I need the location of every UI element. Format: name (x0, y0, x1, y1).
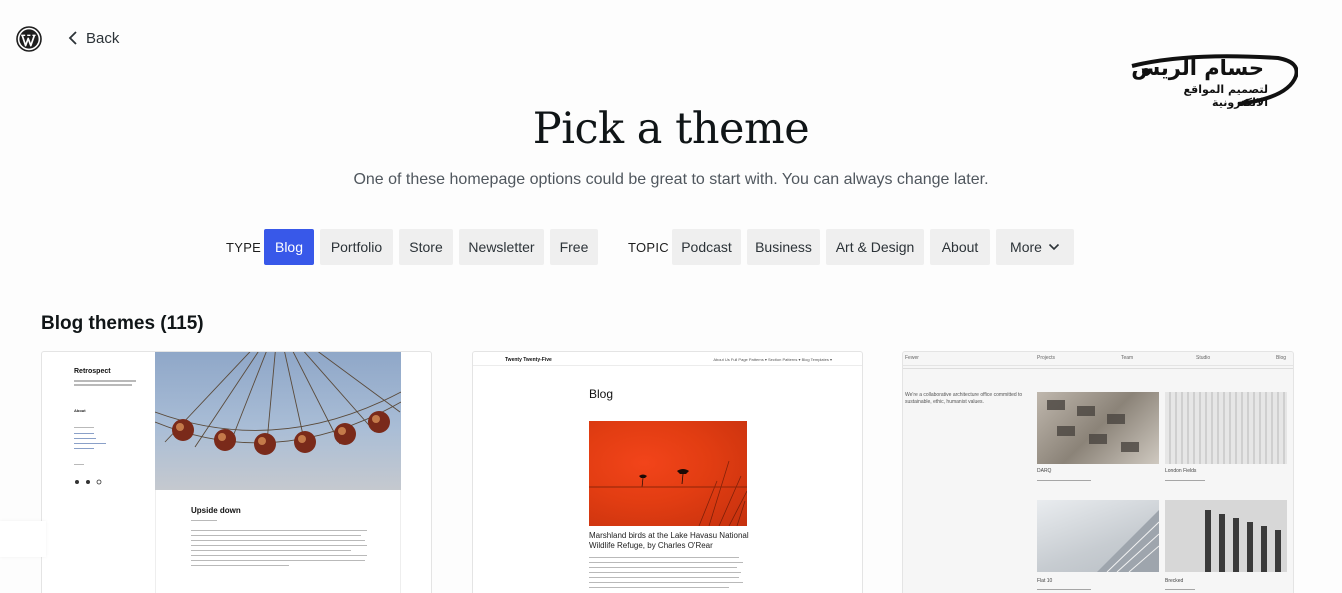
theme-preview-sidebar: Retrospect About (42, 352, 155, 593)
topic-chip-podcast[interactable]: Podcast (672, 229, 741, 265)
page-subtitle: One of these homepage options could be g… (353, 171, 989, 188)
topic-filter-label: TOPIC (628, 240, 669, 255)
type-chip-store[interactable]: Store (399, 229, 453, 265)
type-chip-newsletter[interactable]: Newsletter (459, 229, 544, 265)
project-caption: Flat 10 (1037, 578, 1053, 584)
topic-chip-about[interactable]: About (930, 229, 990, 265)
theme-card-twenty-twenty-five[interactable]: Twenty Twenty-Five About Us Full Page Pa… (472, 351, 863, 593)
ferris-wheel-image (155, 352, 401, 490)
theme-nav: About Us Full Page Patterns ▾ Section Pa… (713, 357, 832, 362)
theme-nav-link: Blog (1276, 355, 1287, 361)
chevron-down-icon (1048, 243, 1060, 251)
theme-nav-link: Fewer (905, 355, 919, 361)
side-panel-tab[interactable] (0, 521, 46, 557)
project-image-darq (1037, 392, 1159, 464)
project-image-london-fields (1165, 392, 1287, 464)
type-chip-free[interactable]: Free (550, 229, 598, 265)
type-filter-label: TYPE (226, 240, 262, 255)
brand-watermark: حسام الريس لتصميم المواقع الالكترونية (1128, 50, 1298, 109)
theme-preview-post: Upside down (155, 490, 401, 593)
theme-heading: Blog (589, 387, 614, 401)
theme-post-title: Upside down (191, 506, 241, 515)
theme-site-name: Retrospect (74, 368, 111, 375)
type-chip-portfolio[interactable]: Portfolio (320, 229, 393, 265)
theme-nav-link: Team (1121, 355, 1134, 361)
top-bar: Back حسام الريس لتصميم المواقع الالكترون… (0, 0, 1342, 109)
theme-preview-header: Twenty Twenty-Five About Us Full Page Pa… (473, 352, 862, 366)
social-icons (75, 479, 102, 485)
theme-card-retrospect[interactable]: Retrospect About Upside down (41, 351, 432, 593)
back-label: Back (86, 29, 120, 47)
chevron-left-icon (68, 31, 77, 45)
project-caption: DARQ (1037, 468, 1052, 474)
theme-nav-item: About (74, 408, 86, 413)
section-heading: Blog themes (115) (41, 313, 204, 334)
theme-nav-link: Projects (1037, 355, 1056, 361)
marshland-birds-image (589, 421, 747, 526)
theme-card-architecture[interactable]: Fewer Projects Team Studio Blog We're a … (902, 351, 1294, 593)
back-button[interactable]: Back (66, 28, 119, 48)
more-topics-button[interactable]: More (996, 229, 1074, 265)
theme-intro-text: We're a collaborative architecture offic… (905, 392, 1023, 405)
topic-chip-business[interactable]: Business (747, 229, 820, 265)
theme-nav-link: Studio (1196, 355, 1211, 361)
project-caption: Brecked (1165, 578, 1184, 584)
theme-brand: Twenty Twenty-Five (505, 357, 552, 363)
project-image-flat-10 (1037, 500, 1159, 572)
brand-name: حسام الريس (1131, 56, 1264, 80)
theme-image-caption: Marshland birds at the Lake Havasu Natio… (589, 531, 749, 550)
topic-chip-art-design[interactable]: Art & Design (826, 229, 924, 265)
project-image-brecked (1165, 500, 1287, 572)
theme-preview-nav: Fewer Projects Team Studio Blog (903, 352, 1293, 366)
type-chip-blog[interactable]: Blog (264, 229, 314, 265)
page-title: Pick a theme (532, 104, 810, 154)
more-label: More (1010, 239, 1042, 255)
wordpress-logo-icon[interactable] (16, 26, 42, 52)
project-caption: London Fields (1165, 468, 1197, 474)
